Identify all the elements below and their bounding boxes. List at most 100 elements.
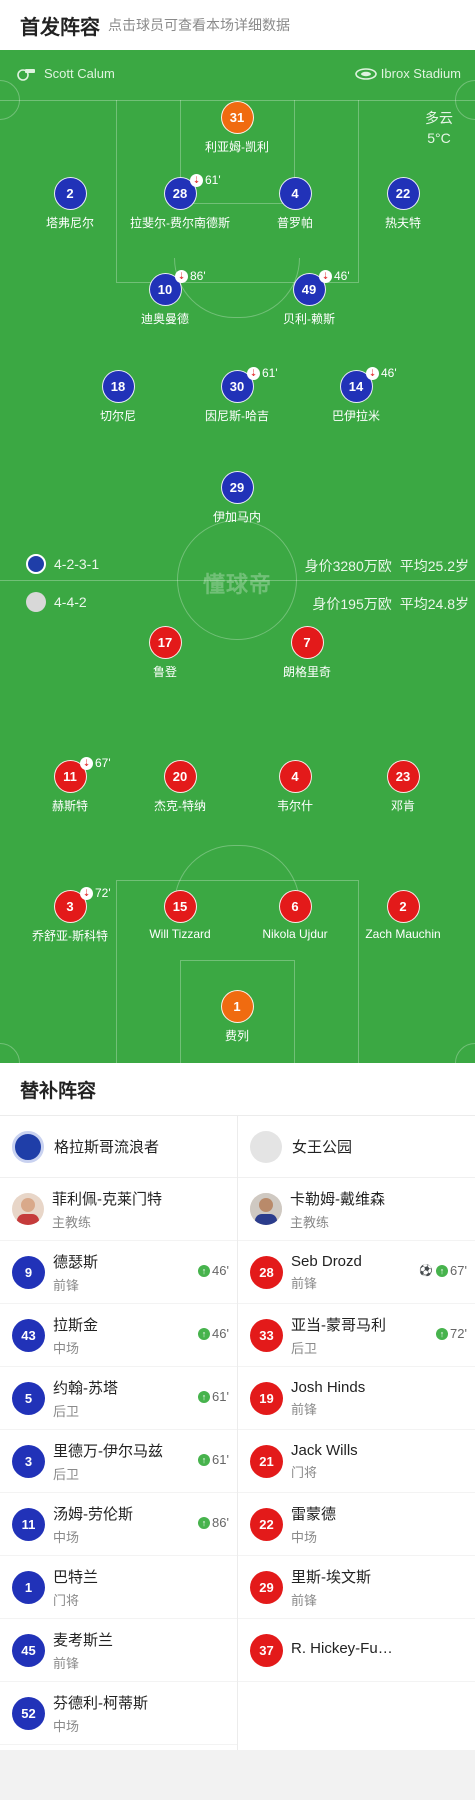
player[interactable]: 6 Nikola Ujdur xyxy=(235,890,355,941)
player[interactable]: 28 ⇣ 61' 拉斐尔-费尔南德斯 xyxy=(120,173,240,231)
bench-player-number: 29 xyxy=(250,1570,283,1604)
sub-in-tag: ↑ 61' xyxy=(198,1389,229,1404)
player[interactable]: 17 鲁登 xyxy=(105,626,225,680)
player[interactable]: 49 ⇣ 46' 贝利-赖斯 xyxy=(249,269,369,327)
sub-in-icon: ↑ xyxy=(198,1516,211,1529)
player[interactable]: 4 普罗帕 xyxy=(235,177,355,231)
bench-player-row[interactable]: 1 巴特兰 门将 xyxy=(0,1556,237,1619)
player-name: 朗格里奇 xyxy=(282,665,331,679)
away-coach[interactable]: 卡勒姆-戴维森 主教练 xyxy=(238,1178,475,1241)
sub-out-tag: ⇣ 61' xyxy=(190,173,221,187)
bench-player-position: 后卫 xyxy=(291,1340,318,1356)
bench-player-row[interactable]: 43 拉斯金 中场 ↑ 46' xyxy=(0,1304,237,1367)
player-number: 17 xyxy=(148,626,182,659)
bench-player-position: 中场 xyxy=(53,1718,80,1734)
sub-minute: 46' xyxy=(212,1326,229,1341)
player[interactable]: 18 切尔尼 xyxy=(58,370,178,424)
player-number: 20 xyxy=(163,760,197,793)
bench-player-row[interactable]: 19 Josh Hinds 前锋 xyxy=(238,1367,475,1430)
sub-in-tag: ↑ 86' xyxy=(198,1515,229,1530)
player-name: 因尼斯-哈吉 xyxy=(205,409,269,423)
home-team-stats: 身价3280万欧 平均25.2岁 xyxy=(297,556,469,576)
bench-player-row[interactable]: 21 Jack Wills 门将 xyxy=(238,1430,475,1493)
bench-player-row[interactable]: 28 Seb Drozd 前锋 ⚽ ↑ 67' xyxy=(238,1241,475,1304)
player[interactable]: 20 杰克-特纳 xyxy=(120,760,240,814)
bench-player-name: 汤姆-劳伦斯 xyxy=(53,1505,133,1523)
away-bench: 女王公园 卡勒姆-戴维森 主教练 28 Seb Drozd 前锋 ⚽ ↑ 67' 33 亚当-… xyxy=(238,1116,475,1750)
player-name: 拉斐尔-费尔南德斯 xyxy=(130,216,230,230)
player-name: 赫斯特 xyxy=(51,799,88,813)
player[interactable]: 4 韦尔什 xyxy=(235,760,355,814)
player[interactable]: 2 Zach Mauchin xyxy=(343,890,463,941)
player[interactable]: 29 伊加马内 xyxy=(177,471,297,525)
player-name: 邓肯 xyxy=(390,799,415,813)
bench-player-number: 33 xyxy=(250,1318,283,1352)
sub-minute: 67' xyxy=(450,1263,467,1278)
player-number: 2 xyxy=(53,177,87,210)
bench-player-name: 芬德利-柯蒂斯 xyxy=(53,1694,148,1712)
player[interactable]: 14 ⇣ 46' 巴伊拉米 xyxy=(296,366,416,424)
player-name: Will Tizzard xyxy=(149,927,211,941)
away-formation-label: 4-4-2 xyxy=(54,594,87,610)
bench-player-row[interactable]: 29 里斯-埃文斯 前锋 xyxy=(238,1556,475,1619)
goal-ball-icon: ⚽ xyxy=(419,1265,434,1277)
bench-player-name: 德瑟斯 xyxy=(53,1253,99,1271)
bench-player-name: 里德万-伊尔马兹 xyxy=(53,1442,163,1460)
bench-player-number: 28 xyxy=(250,1255,283,1289)
coach-avatar xyxy=(12,1193,44,1225)
bench-player-row[interactable]: 22 雷蒙德 中场 xyxy=(238,1493,475,1556)
player[interactable]: 22 热夫特 xyxy=(343,177,463,231)
away-formation[interactable]: 4-4-2 xyxy=(26,592,87,612)
home-formation[interactable]: 4-2-3-1 xyxy=(26,554,99,574)
lineup-header: 首发阵容 点击球员可查看本场详细数据 xyxy=(0,0,475,50)
player-name: 费列 xyxy=(224,1029,249,1043)
player-name: 乔舒亚-斯科特 xyxy=(32,929,108,943)
sub-out-tag: ⇣ 86' xyxy=(175,269,206,283)
player[interactable]: 23 邓肯 xyxy=(343,760,463,814)
home-team-row[interactable]: 格拉斯哥流浪者 xyxy=(0,1116,237,1178)
player[interactable]: 30 ⇣ 61' 因尼斯-哈吉 xyxy=(177,366,297,424)
home-bench-list: 9 德瑟斯 前锋 ↑ 46' 43 拉斯金 中场 ↑ 46' 5 约翰-苏塔 后卫 ↑ 61' 3 里德万-伊尔… xyxy=(0,1241,237,1745)
home-coach-name: 菲利佩-克莱门特 xyxy=(52,1190,162,1208)
bench-player-position: 前锋 xyxy=(291,1275,318,1291)
sub-in-tag: ↑ 72' xyxy=(436,1326,467,1341)
player-name: 巴伊拉米 xyxy=(331,409,380,423)
bench-player-number: 19 xyxy=(250,1381,283,1415)
bench-player-number: 52 xyxy=(12,1696,45,1730)
sub-in-icon: ↑ xyxy=(198,1453,211,1466)
player[interactable]: 10 ⇣ 86' 迪奥曼德 xyxy=(105,269,225,327)
bench-player-row[interactable]: 52 芬德利-柯蒂斯 中场 xyxy=(0,1682,237,1745)
bench-player-row[interactable]: 3 里德万-伊尔马兹 后卫 ↑ 61' xyxy=(0,1430,237,1493)
sub-minute: 72' xyxy=(95,886,111,900)
bench-player-name: 亚当-蒙哥马利 xyxy=(291,1316,386,1334)
bench-player-row[interactable]: 5 约翰-苏塔 后卫 ↑ 61' xyxy=(0,1367,237,1430)
stadium-name: Ibrox Stadium xyxy=(380,66,461,81)
bench-player-row[interactable]: 37 R. Hickey-Fugaccia xyxy=(238,1619,475,1682)
player[interactable]: 3 ⇣ 72' 乔舒亚-斯科特 xyxy=(10,886,130,944)
player[interactable]: 7 朗格里奇 xyxy=(247,626,367,680)
sub-in-tag: ↑ 61' xyxy=(198,1452,229,1467)
player[interactable]: 15 Will Tizzard xyxy=(120,890,240,941)
home-coach[interactable]: 菲利佩-克莱门特 主教练 xyxy=(0,1178,237,1241)
player[interactable]: 2 塔弗尼尔 xyxy=(10,177,130,231)
away-coach-name: 卡勒姆-戴维森 xyxy=(290,1190,385,1208)
player[interactable]: 31 利亚姆-凯利 xyxy=(177,101,297,155)
bench-player-row[interactable]: 33 亚当-蒙哥马利 后卫 ↑ 72' xyxy=(238,1304,475,1367)
bench-player-row[interactable]: 11 汤姆-劳伦斯 中场 ↑ 86' xyxy=(0,1493,237,1556)
bench-player-row[interactable]: 45 麦考斯兰 前锋 xyxy=(0,1619,237,1682)
sub-out-icon: ⇣ xyxy=(247,366,260,380)
sub-minute: 46' xyxy=(381,366,397,380)
bench-player-number: 22 xyxy=(250,1507,283,1541)
sub-out-icon: ⇣ xyxy=(190,173,203,187)
weather-condition: 多云 xyxy=(425,110,453,126)
away-team-stats: 身价195万欧 平均24.8岁 xyxy=(304,594,469,614)
bench-player-row[interactable]: 9 德瑟斯 前锋 ↑ 46' xyxy=(0,1241,237,1304)
player[interactable]: 11 ⇣ 67' 赫斯特 xyxy=(10,756,130,814)
away-team-row[interactable]: 女王公园 xyxy=(238,1116,475,1178)
bench-player-number: 1 xyxy=(12,1570,45,1604)
bench-player-number: 45 xyxy=(12,1633,45,1667)
player[interactable]: 1 费列 xyxy=(177,990,297,1044)
away-value: 身价195万欧 xyxy=(312,596,392,612)
bench-player-name: 巴特兰 xyxy=(53,1568,99,1586)
bench-player-position: 前锋 xyxy=(291,1592,318,1608)
